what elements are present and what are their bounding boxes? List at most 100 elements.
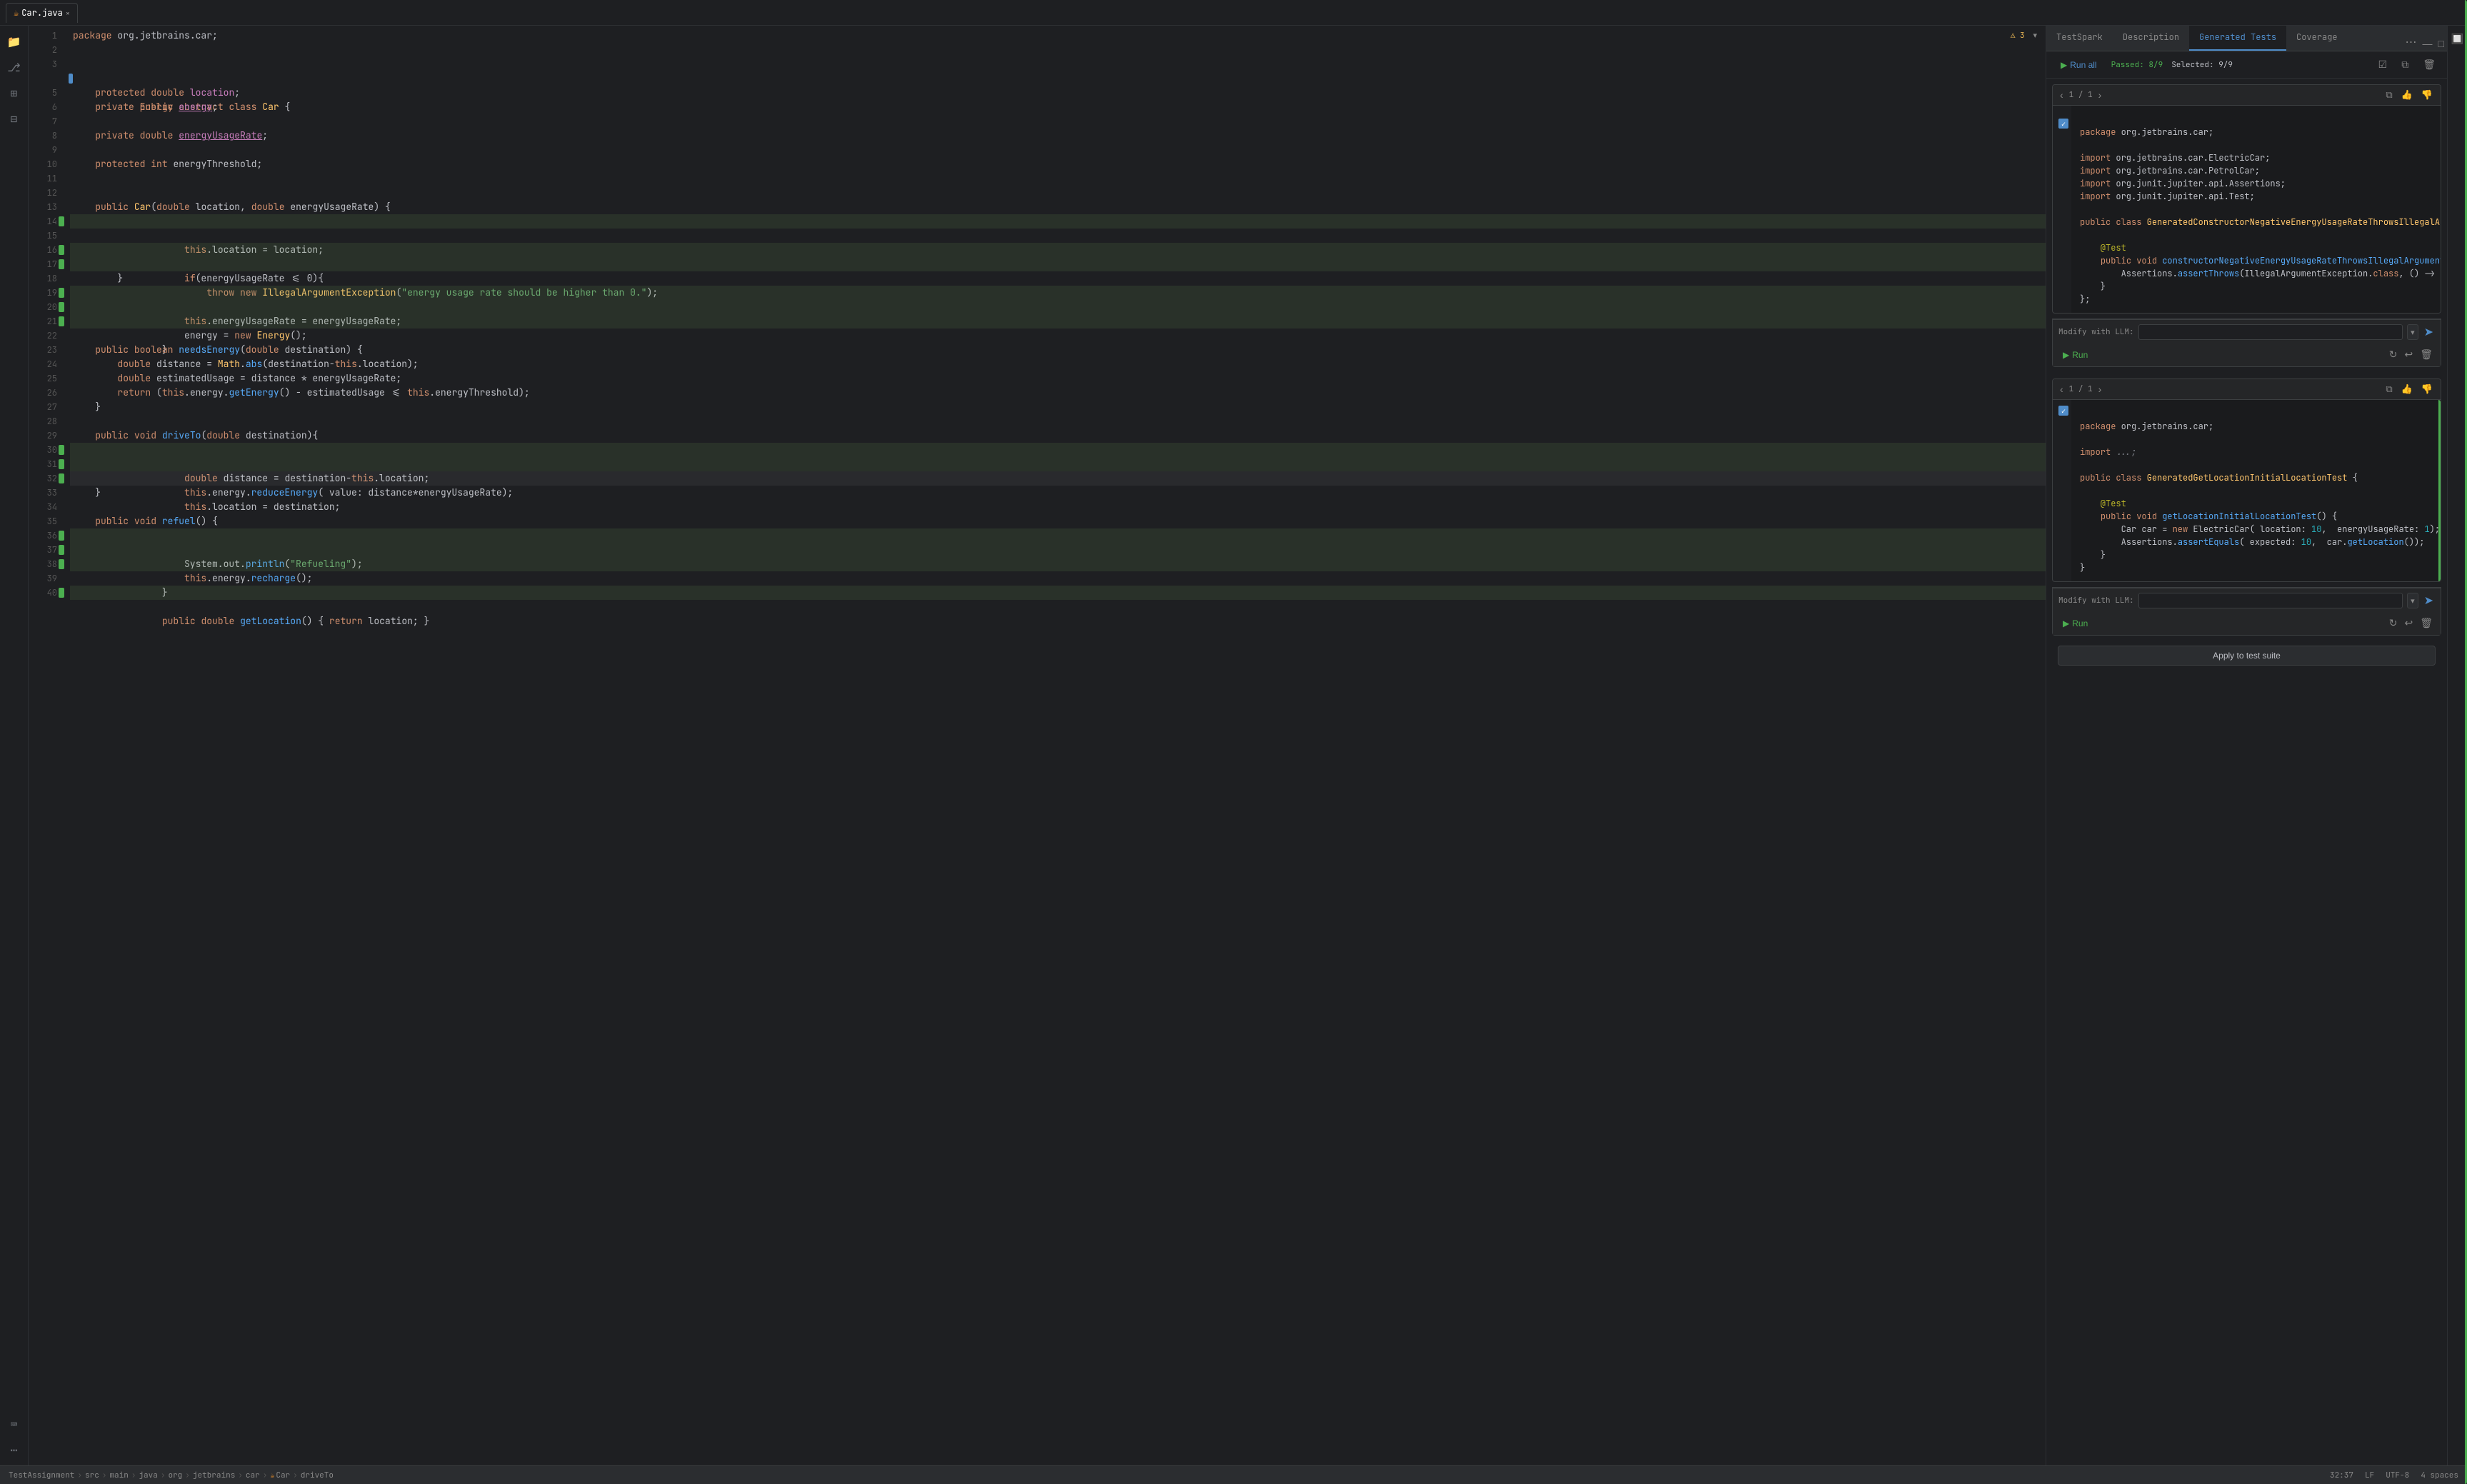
code-line-23: public boolean needsEnergy(double destin…: [70, 343, 2046, 357]
modify-input-2[interactable]: [2138, 593, 2403, 608]
delete-btn-1[interactable]: 🗑: [2418, 347, 2435, 362]
tab-coverage[interactable]: Coverage: [2286, 26, 2348, 51]
bc-car-class[interactable]: ☕ Car: [270, 1470, 290, 1480]
checkbox-container-2[interactable]: ✓: [2053, 400, 2071, 421]
code-line-9: [70, 143, 2046, 157]
bc-java[interactable]: java: [139, 1470, 157, 1480]
tab-label: Car.java: [21, 7, 63, 19]
run-button-2[interactable]: ▶ Run: [2058, 617, 2092, 630]
code-line-8: private double energyUsageRate;: [70, 129, 2046, 143]
modify-llm-row-2: Modify with LLM: ▾ ➤: [2053, 588, 2441, 613]
modify-dropdown-2[interactable]: ▾: [2407, 593, 2418, 608]
delete-btn-2[interactable]: 🗑: [2418, 616, 2435, 631]
code-line-26: return (this.energy.getEnergy() - estima…: [70, 386, 2046, 400]
nav-next-2[interactable]: ›: [2097, 383, 2103, 395]
sidebar-icon-plugins[interactable]: ⊟: [4, 109, 24, 129]
nav-copy-2[interactable]: ⧉: [2383, 382, 2394, 396]
bc-car-pkg[interactable]: car: [246, 1470, 260, 1480]
modify-send-2[interactable]: ➤: [2423, 593, 2435, 608]
right-panel: TestSpark Description Generated Tests Co…: [2046, 26, 2467, 1465]
panel-content: ‹ 1 / 1 › ⧉ 👍 👎 ✓ package: [2046, 79, 2447, 1465]
undo-btn-1[interactable]: ↩: [2402, 347, 2415, 362]
code-line-37: this.energy.recharge();: [70, 543, 2046, 557]
bc-src[interactable]: src: [85, 1470, 99, 1480]
test-card-2-nav: ‹ 1 / 1 › ⧉ 👍 👎: [2053, 379, 2441, 400]
nav-thumbup-1[interactable]: 👍: [2399, 88, 2415, 102]
breadcrumb: TestAssignment › src › main › java › org…: [9, 1470, 334, 1480]
nav-prev-2[interactable]: ‹: [2058, 383, 2065, 395]
code-line-18: }: [70, 271, 2046, 286]
test-checkbox-2[interactable]: ✓: [2058, 406, 2068, 416]
tab-description[interactable]: Description: [2113, 26, 2189, 51]
modify-dropdown-1[interactable]: ▾: [2407, 324, 2418, 340]
panel-menu-btn[interactable]: ⋯: [2403, 34, 2420, 51]
sidebar-icon-git[interactable]: ⎇: [4, 57, 24, 77]
run-row-1: ▶ Run ↻ ↩ 🗑: [2053, 344, 2441, 366]
tab-car-java[interactable]: ☕ Car.java ×: [6, 3, 78, 23]
sidebar-icon-more[interactable]: ⋯: [4, 1440, 24, 1460]
sidebar-icons: 📁 ⎇ ⊞ ⊟ ⌨ ⋯: [0, 26, 29, 1465]
tab-close-icon[interactable]: ×: [66, 9, 70, 18]
code-line-16: if(energyUsageRate <= 0){: [70, 243, 2046, 257]
bc-testassignment[interactable]: TestAssignment: [9, 1470, 74, 1480]
bc-org[interactable]: org: [168, 1470, 182, 1480]
code-line-24: double distance = Math.abs(destination-t…: [70, 357, 2046, 371]
panel-outer: TestSpark Description Generated Tests Co…: [2046, 26, 2467, 1465]
test-checkbox-1[interactable]: ✓: [2058, 119, 2068, 129]
undo-btn-2[interactable]: ↩: [2402, 616, 2415, 631]
panel-header: ▶ Run all Passed: 8/9 Selected: 9/9 ☑ ⧉ …: [2046, 51, 2447, 79]
tab-testspark[interactable]: TestSpark: [2046, 26, 2113, 51]
cursor-position: 32:37: [2330, 1470, 2353, 1480]
selected-badge: Selected: 9/9: [2171, 60, 2233, 70]
code-line-28: [70, 414, 2046, 428]
sidebar-icon-project[interactable]: 📁: [4, 31, 24, 51]
code-line-6: private Energy energy;: [70, 100, 2046, 114]
reset-btn-1[interactable]: ↻: [2387, 347, 2400, 362]
code-line-25: double estimatedUsage = distance * energ…: [70, 371, 2046, 386]
code-line-13: public Car(double location, double energ…: [70, 200, 2046, 214]
nav-copy-1[interactable]: ⧉: [2383, 88, 2394, 102]
nav-prev-1[interactable]: ‹: [2058, 89, 2065, 101]
code-line-17: throw new IllegalArgumentException("ener…: [70, 257, 2046, 271]
bc-driveto[interactable]: driveTo: [301, 1470, 334, 1480]
panel-side-icons: 🔲: [2447, 26, 2467, 1465]
header-check-icon[interactable]: ☑: [2376, 57, 2391, 72]
code-line-31: this.energy.reduceEnergy( value: distanc…: [70, 457, 2046, 471]
nav-thumbdown-2[interactable]: 👎: [2419, 382, 2435, 396]
expand-btn[interactable]: ▾: [2030, 29, 2040, 41]
side-icon-1[interactable]: 🔲: [2450, 31, 2465, 47]
code-line-36: System.out.println("Refueling");: [70, 528, 2046, 543]
nav-thumbup-2[interactable]: 👍: [2399, 382, 2415, 396]
sidebar-icon-structure[interactable]: ⊞: [4, 83, 24, 103]
test-card-2: ‹ 1 / 1 › ⧉ 👍 👎 ✓ package: [2052, 378, 2441, 582]
panel-maximize-btn[interactable]: □: [2436, 36, 2447, 51]
test-card-1-nav: ‹ 1 / 1 › ⧉ 👍 👎: [2053, 85, 2441, 106]
modify-send-1[interactable]: ➤: [2423, 325, 2435, 339]
checkbox-container-1[interactable]: ✓: [2053, 106, 2071, 134]
code-line-40: public double getLocation() { return loc…: [70, 586, 2046, 600]
test-code-2: package org.jetbrains.car; import ...; p…: [2071, 400, 2441, 581]
reset-btn-2[interactable]: ↻: [2387, 616, 2400, 631]
code-line-21: }: [70, 314, 2046, 329]
bc-jetbrains[interactable]: jetbrains: [193, 1470, 235, 1480]
code-line-14: this.location = location;: [70, 214, 2046, 229]
code-line-7: [70, 114, 2046, 129]
run-all-button[interactable]: ▶ Run all: [2055, 59, 2103, 71]
panel-minimize-btn[interactable]: —: [2420, 36, 2436, 51]
pass-badge: Passed: 8/9: [2111, 60, 2163, 70]
nav-thumbdown-1[interactable]: 👎: [2419, 88, 2435, 102]
bc-main[interactable]: main: [109, 1470, 128, 1480]
code-line-4: public abstract class Car {: [70, 71, 2046, 86]
apply-to-test-suite-button[interactable]: Apply to test suite: [2058, 646, 2436, 666]
header-copy-icon[interactable]: ⧉: [2398, 57, 2411, 72]
tab-generated-tests[interactable]: Generated Tests: [2189, 26, 2286, 51]
bottom-right: 32:37 LF UTF-8 4 spaces: [2330, 1470, 2458, 1480]
test-card-1: ‹ 1 / 1 › ⧉ 👍 👎 ✓ package: [2052, 84, 2441, 314]
nav-next-1[interactable]: ›: [2097, 89, 2103, 101]
sidebar-icon-terminal[interactable]: ⌨: [4, 1414, 24, 1434]
modify-input-1[interactable]: [2138, 324, 2403, 340]
run-button-1[interactable]: ▶ Run: [2058, 349, 2092, 361]
header-delete-icon[interactable]: 🗑: [2420, 57, 2438, 72]
code-line-30: double distance = destination-this.locat…: [70, 443, 2046, 457]
nav-page-1: 1 / 1: [2069, 90, 2093, 100]
